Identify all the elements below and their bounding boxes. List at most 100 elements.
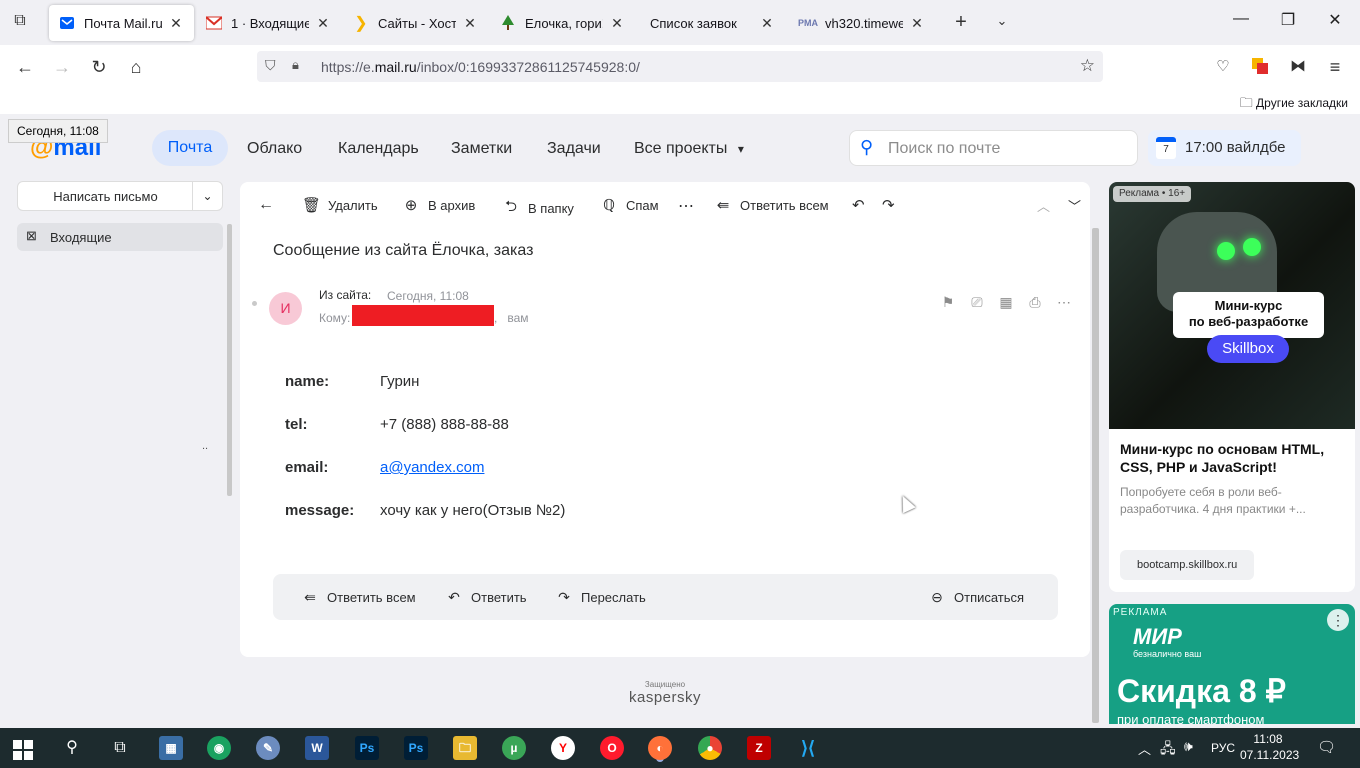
app-icon[interactable]: ◉ [207, 736, 231, 760]
back-arrow-icon[interactable]: ← [258, 196, 274, 214]
tray-chevron-icon[interactable]: ︿ [1138, 739, 1151, 758]
close-icon[interactable]: ✕ [315, 15, 331, 32]
task-view-icon[interactable]: ⧉ [108, 736, 132, 760]
shield-icon[interactable]: ⛉ [265, 57, 276, 74]
sender-name[interactable]: Из сайта: [319, 288, 371, 302]
forward-icon[interactable]: ↷ [882, 196, 895, 214]
next-message-icon[interactable]: ﹀ [1068, 196, 1081, 215]
ad-title[interactable]: Мини-курс по основам HTML, CSS, PHP и Ja… [1120, 440, 1345, 476]
tab-elochka[interactable]: Елочка, гори! ✕ [490, 5, 635, 41]
extension-collections-icon[interactable] [1252, 58, 1269, 75]
chevron-down-icon[interactable]: ⌄ [192, 182, 222, 210]
bookmark-flag-icon[interactable]: ⚑ [937, 294, 959, 311]
compose-button[interactable]: Написать письмо ⌄ [17, 181, 223, 211]
notifications-icon[interactable]: 🗨︎ [1317, 738, 1336, 756]
unsubscribe-button[interactable]: ⊖ Отписаться [928, 589, 1024, 606]
nav-all-projects[interactable]: Все проекты ▾ [634, 140, 744, 158]
spam-button[interactable]: ℚ Спам [600, 196, 659, 214]
nav-mail[interactable]: Почта [152, 130, 228, 166]
tab-gmail[interactable]: 1 · Входящие — ✕ [196, 5, 341, 41]
back-arrow-icon[interactable]: ← [13, 55, 37, 79]
photoshop-icon[interactable]: Ps [355, 736, 379, 760]
close-icon[interactable]: ✕ [609, 15, 625, 32]
reply-all-button[interactable]: ⇚ Ответить всем [301, 589, 416, 606]
yandex-browser-icon[interactable]: Y [551, 736, 575, 760]
file-explorer-icon[interactable]: 🗀︎ [453, 736, 477, 760]
reply-icon[interactable]: ↶ [852, 196, 865, 214]
tab-mail[interactable]: Почта Mail.ru ✕ [49, 5, 194, 41]
bookmark-star-icon[interactable]: ☆ [1080, 56, 1095, 76]
delete-button[interactable]: 🗑︎ Удалить [302, 196, 378, 214]
menu-hamburger-icon[interactable]: ≡ [1323, 55, 1347, 79]
chrome-icon[interactable]: ● [698, 736, 722, 760]
close-icon[interactable]: ✕ [909, 15, 925, 32]
forward-button[interactable]: ↷ Переслать [555, 589, 646, 606]
reload-icon[interactable]: ↻ [87, 55, 111, 79]
pane-scrollbar[interactable] [1092, 228, 1099, 723]
windows-start-icon[interactable] [13, 740, 33, 760]
nav-tasks[interactable]: Задачи [547, 140, 601, 158]
reply-button[interactable]: ↶ Ответить [445, 589, 526, 606]
window-close-icon[interactable]: ✕ [1323, 10, 1347, 30]
address-bar[interactable]: ⛉ 🔒︎ https://e.mail.ru/inbox/0:169933728… [257, 51, 1103, 82]
ad-mir[interactable]: РЕКЛАМА ⋮ МИР безналично ваш Скидка 8 ₽ … [1109, 604, 1355, 724]
home-icon[interactable]: ⌂ [124, 55, 148, 79]
ad-skillbox[interactable]: Реклама • 16+ Мини-курс по веб-разработк… [1109, 182, 1355, 592]
tab-phpmyadmin[interactable]: PMA vh320.timeweb.r ✕ [790, 5, 935, 41]
read-status-dot[interactable] [252, 301, 257, 306]
other-bookmarks[interactable]: 🗀︎ Другие закладки [1240, 94, 1348, 116]
ad-link-button[interactable]: bootcamp.skillbox.ru [1120, 550, 1255, 580]
tab-list-chevron-icon[interactable]: ⌄ [990, 13, 1014, 29]
avatar[interactable]: И [269, 292, 302, 325]
nav-cloud[interactable]: Облако [247, 140, 302, 158]
print-icon[interactable]: ⎙ [1024, 294, 1046, 311]
close-icon[interactable]: ✕ [759, 15, 775, 32]
video-icon[interactable]: ⎚ [966, 294, 988, 311]
folder-inbox[interactable]: ⊠ Входящие [17, 223, 223, 251]
firefox-icon[interactable]: ◐ [648, 736, 672, 760]
minimize-icon[interactable]: — [1229, 10, 1253, 28]
nav-calendar[interactable]: Календарь [338, 140, 419, 158]
nav-notes[interactable]: Заметки [451, 140, 512, 158]
sidebar-scrollbar[interactable] [227, 224, 232, 496]
email-link[interactable]: a@yandex.com [380, 459, 484, 476]
extensions-puzzle-icon[interactable]: ⧓ [1286, 55, 1310, 79]
sidebar-collapse-marker[interactable]: .. [202, 440, 208, 452]
move-to-folder-button[interactable]: ⮌ В папку [502, 196, 574, 221]
close-icon[interactable]: ✕ [462, 15, 478, 32]
pocket-icon[interactable]: ♡ [1211, 55, 1235, 79]
tab-overview-icon[interactable]: ⧉ [8, 12, 32, 34]
maximize-icon[interactable]: ❐ [1276, 10, 1300, 30]
tab-orders[interactable]: Список заявок ✕ [640, 5, 785, 41]
opera-icon[interactable]: O [600, 736, 624, 760]
tab-hosting[interactable]: ❯ Сайты - Хостин ✕ [343, 5, 488, 41]
word-icon[interactable]: W [305, 736, 329, 760]
more-dots-icon[interactable]: ⋯ [1053, 294, 1075, 311]
folder-icon: 🗀︎ [1239, 95, 1253, 110]
language-indicator[interactable]: РУС [1211, 741, 1235, 755]
ad-description: Попробуете себя в роли веб-разработчика.… [1120, 485, 1306, 516]
ad-menu-icon[interactable]: ⋮ [1327, 609, 1349, 631]
reply-all-label: Ответить всем [327, 590, 416, 605]
filezilla-icon[interactable]: Z [747, 736, 771, 760]
lock-icon[interactable]: 🔒︎ [292, 57, 299, 73]
clock[interactable]: 11:08 07.11.2023 [1240, 732, 1299, 762]
search-icon[interactable]: ⚲ [60, 736, 84, 760]
photoshop-icon[interactable]: Ps [404, 736, 428, 760]
vscode-icon[interactable]: ⟩⟨ [796, 736, 820, 760]
calendar-widget[interactable]: 7 17:00 вайлдбе [1148, 130, 1301, 166]
close-icon[interactable]: ✕ [168, 15, 184, 32]
forward-arrow-icon[interactable]: → [50, 55, 74, 79]
calendar-icon[interactable]: ▦ [995, 294, 1017, 311]
reply-all-button[interactable]: ⇚ Ответить всем [714, 196, 829, 214]
utorrent-icon[interactable]: µ [502, 736, 526, 760]
new-tab-button[interactable]: + [949, 11, 973, 34]
app-icon[interactable]: ✎ [256, 736, 280, 760]
mail-search-input[interactable]: ⚲ Поиск по почте [849, 130, 1138, 166]
previous-message-icon[interactable]: ︿ [1037, 196, 1050, 215]
volume-icon[interactable]: 🕪︎ [1184, 738, 1193, 755]
archive-button[interactable]: ⊕ В архив [402, 196, 476, 214]
calculator-icon[interactable]: ▦ [159, 736, 183, 760]
more-dots-icon[interactable]: ⋯ [678, 196, 694, 216]
network-icon[interactable]: 🖧︎ [1160, 738, 1176, 762]
